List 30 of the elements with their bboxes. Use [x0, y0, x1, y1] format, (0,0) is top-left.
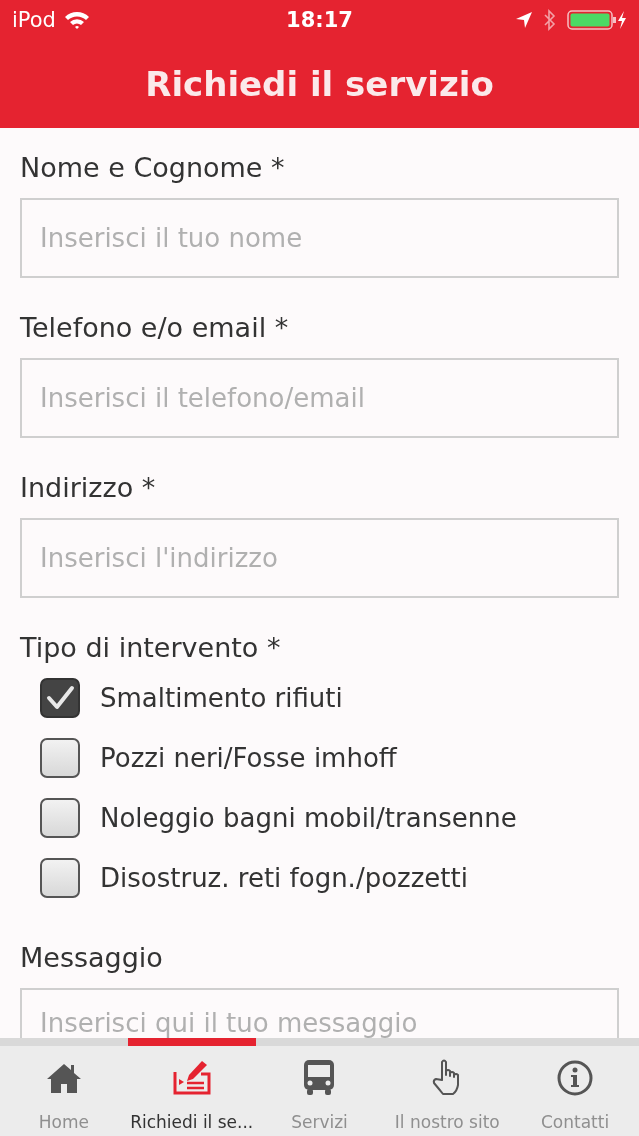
checkbox-label: Pozzi neri/Fosse imhoff: [100, 743, 397, 773]
field-label: Tipo di intervento *: [20, 631, 282, 665]
wifi-icon: [63, 10, 90, 30]
input-field[interactable]: Inserisci l'indirizzo: [20, 518, 619, 598]
field-label: Telefono e/o email *: [20, 311, 290, 345]
tab[interactable]: Richiedi il se...: [127, 1038, 256, 1136]
checkbox-label: Disostruz. reti fogn./pozzetti: [100, 863, 468, 893]
tab[interactable]: Servizi: [255, 1038, 384, 1136]
battery-icon: [567, 9, 627, 31]
tab[interactable]: Home: [0, 1038, 128, 1136]
page-title: Richiedi il servizio: [145, 64, 494, 104]
checkbox[interactable]: [40, 738, 80, 778]
form-pen-icon: [171, 1058, 212, 1098]
message-field[interactable]: Inserisci qui il tuo messaggio: [20, 988, 619, 1038]
field-label: Nome e Cognome *: [20, 151, 286, 185]
checkbox-label: Noleggio bagni mobil/transenne: [100, 803, 517, 833]
field-label: Messaggio: [20, 941, 164, 975]
clock-time: 18:17: [286, 8, 353, 32]
checkbox[interactable]: [40, 858, 80, 898]
field-label: Indirizzo *: [20, 471, 157, 505]
checkbox[interactable]: [40, 678, 80, 718]
input-field[interactable]: Inserisci il telefono/email: [20, 358, 619, 438]
checkbox[interactable]: [40, 798, 80, 838]
input-field[interactable]: Inserisci il tuo nome: [20, 198, 619, 278]
location-icon: [515, 11, 533, 29]
checkbox-label: Smaltimento rifiuti: [100, 683, 343, 713]
tab[interactable]: Contatti: [511, 1038, 639, 1136]
bluetooth-icon: [543, 9, 557, 31]
carrier-name: iPod: [12, 8, 56, 32]
tab[interactable]: Il nostro sito: [383, 1038, 512, 1136]
